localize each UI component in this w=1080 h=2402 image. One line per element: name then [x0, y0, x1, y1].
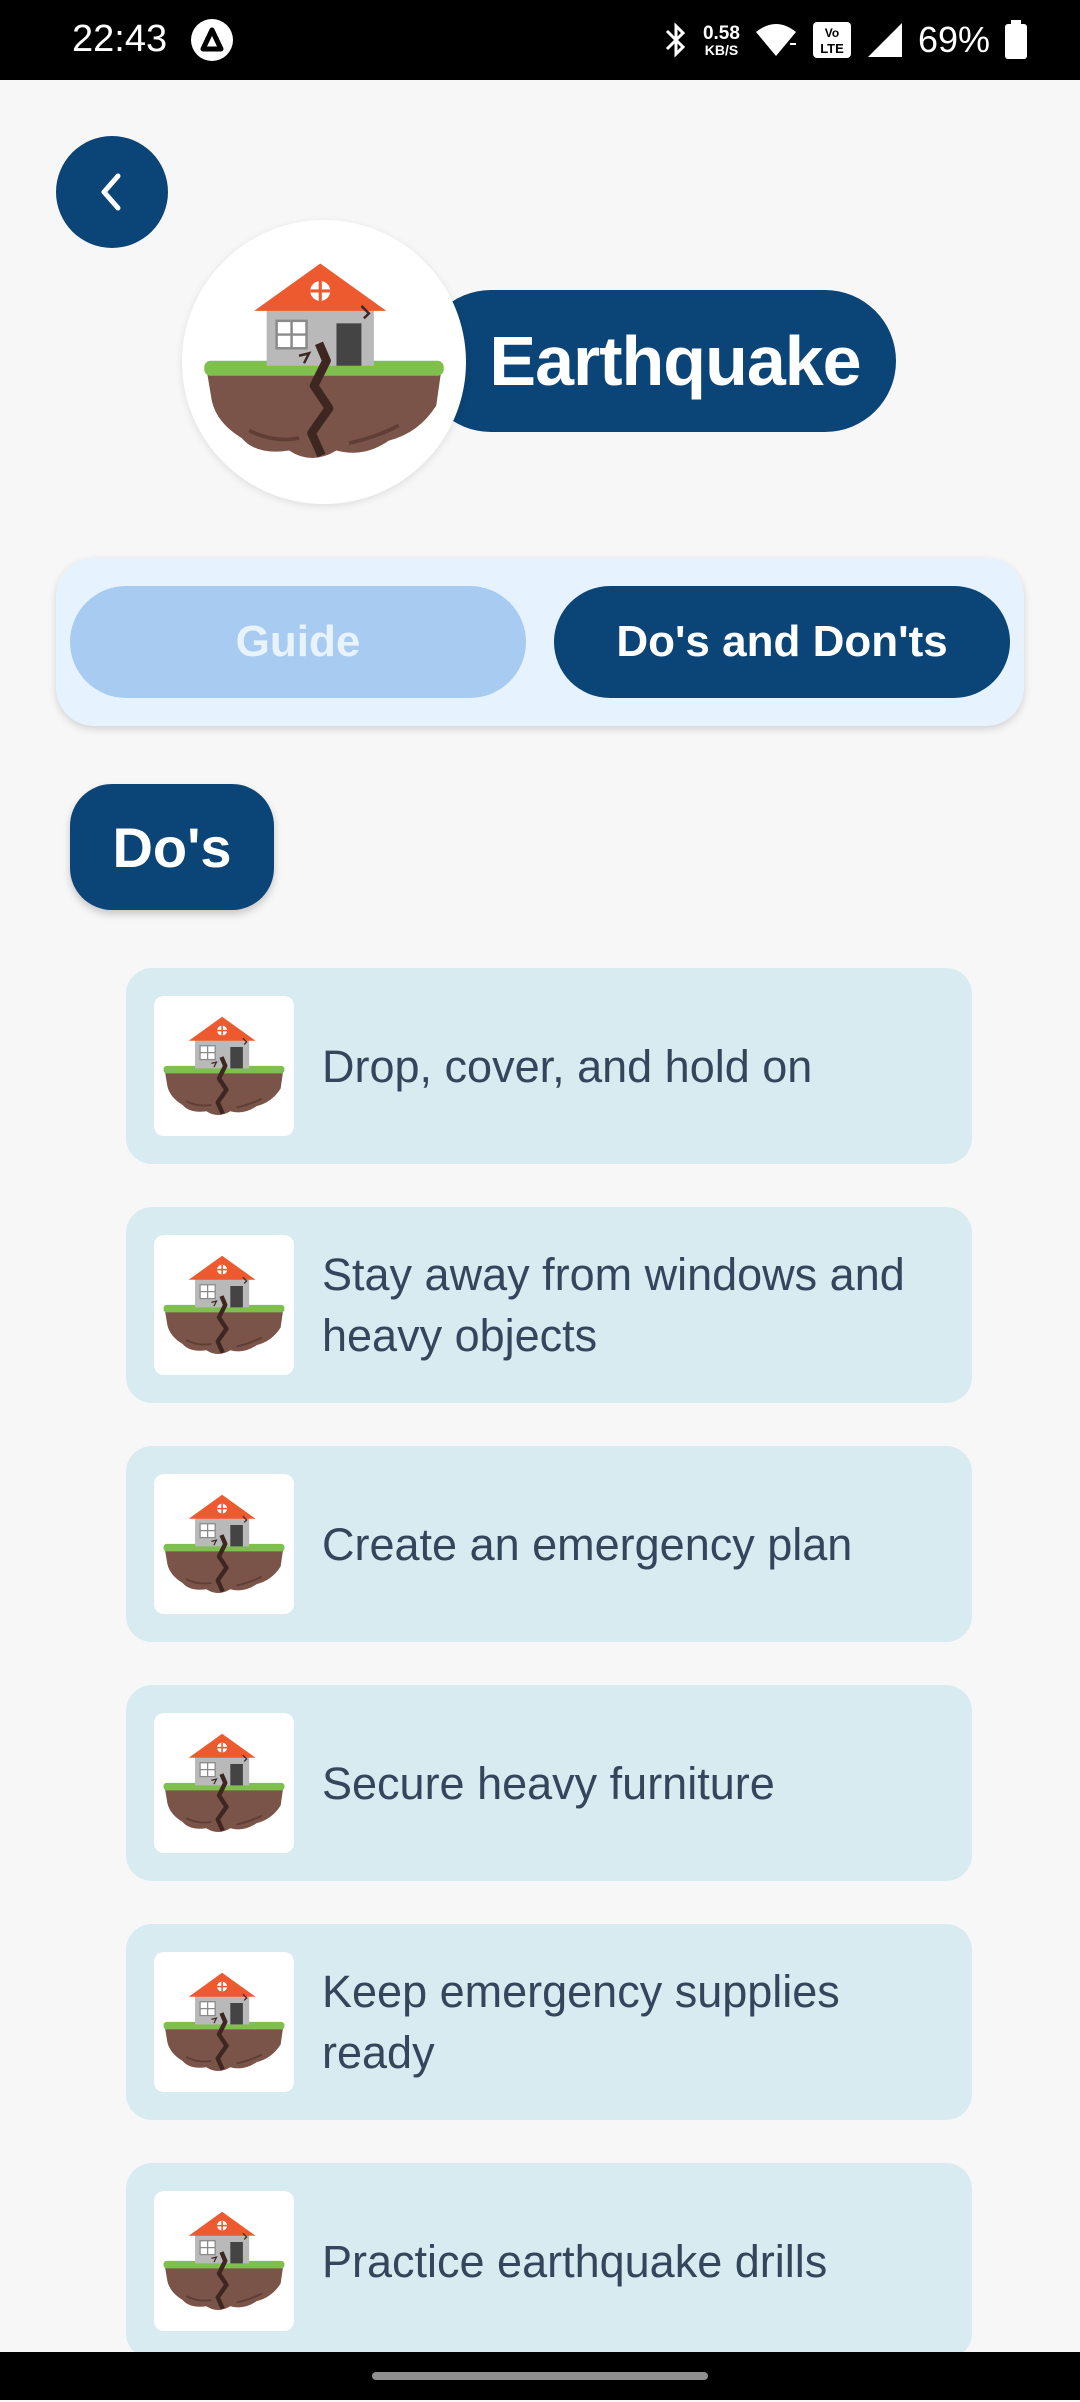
- status-time: 22:43: [72, 18, 168, 60]
- battery-percent: 69%: [917, 19, 990, 60]
- item-text: Create an emergency plan: [322, 1518, 853, 1570]
- item-thumbnail: [154, 1474, 294, 1614]
- house-earthquake-icon: [161, 1730, 287, 1837]
- volte-icon: Vo LTE: [812, 22, 851, 58]
- item-thumbnail: [154, 1235, 294, 1375]
- house-earthquake-icon: [161, 1491, 287, 1598]
- list-item[interactable]: Secure heavy furniture: [126, 1685, 972, 1881]
- item-thumbnail: [154, 996, 294, 1136]
- cell-signal-icon: [867, 23, 902, 57]
- list-item[interactable]: Create an emergency plan: [126, 1446, 972, 1642]
- house-earthquake-icon: [161, 1013, 287, 1120]
- wifi-icon: [755, 24, 796, 56]
- list-item[interactable]: Stay away from windows and heavy objects: [126, 1207, 972, 1403]
- status-icons: 0.58 KB/S Vo LTE 69%: [663, 14, 1028, 66]
- navigation-bar: [0, 2352, 1080, 2400]
- dos-list: Drop, cover, and hold on Stay away from …: [126, 968, 972, 2402]
- bluetooth-icon: [665, 22, 686, 58]
- section-title: Do's: [70, 784, 274, 910]
- page-title: Earthquake: [489, 322, 861, 400]
- house-earthquake-icon: [161, 1969, 287, 2076]
- hero-image: [182, 220, 466, 504]
- item-text: Stay away from windows and heavy objects: [322, 1249, 905, 1361]
- house-earthquake-icon: [161, 1252, 287, 1359]
- tab-guide[interactable]: Guide: [70, 586, 526, 698]
- network-speed: 0.58 KB/S: [703, 24, 740, 57]
- tab-bar: Guide Do's and Don'ts: [56, 558, 1024, 726]
- list-item[interactable]: Drop, cover, and hold on: [126, 968, 972, 1164]
- list-item[interactable]: Practice earthquake drills: [126, 2163, 972, 2359]
- home-gesture-handle[interactable]: [372, 2372, 708, 2380]
- battery-icon: [1005, 20, 1027, 59]
- item-text: Drop, cover, and hold on: [322, 1040, 813, 1092]
- page-title-pill: Earthquake: [420, 290, 896, 432]
- item-text: Keep emergency supplies ready: [322, 1966, 840, 2078]
- item-thumbnail: [154, 1713, 294, 1853]
- tab-dos-and-donts[interactable]: Do's and Don'ts: [554, 586, 1010, 698]
- svg-text:LTE: LTE: [820, 41, 844, 56]
- speed-value: 0.58: [702, 22, 740, 44]
- svg-text:Vo: Vo: [825, 26, 839, 40]
- status-bar: 22:43 0.58 KB/S Vo LTE 69%: [0, 0, 1080, 80]
- item-text: Secure heavy furniture: [322, 1757, 775, 1809]
- back-button[interactable]: [56, 136, 168, 248]
- item-thumbnail: [154, 1952, 294, 2092]
- house-earthquake-icon: [161, 2208, 287, 2315]
- item-thumbnail: [154, 2191, 294, 2331]
- house-earthquake-icon: [199, 256, 449, 468]
- item-text: Practice earthquake drills: [322, 2235, 828, 2287]
- list-item[interactable]: Keep emergency supplies ready: [126, 1924, 972, 2120]
- chevron-left-icon: [101, 173, 121, 211]
- app-a-icon: [191, 19, 233, 61]
- speed-unit: KB/S: [704, 41, 739, 58]
